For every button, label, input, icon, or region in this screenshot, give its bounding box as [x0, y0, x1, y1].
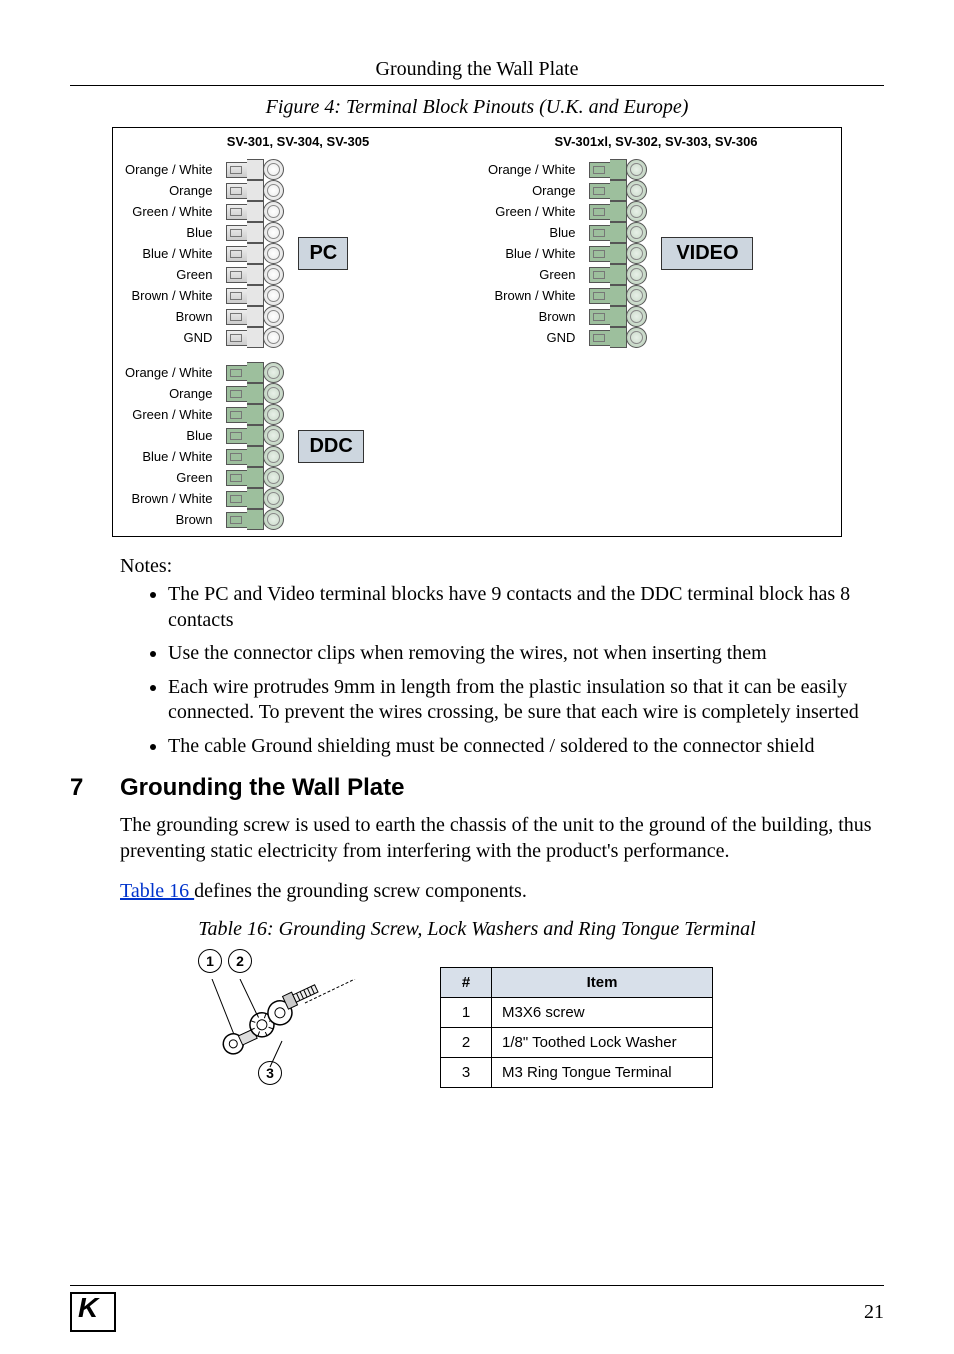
diagram-left-title: SV-301, SV-304, SV-305 [119, 134, 477, 149]
table-cell-num: 2 [441, 1027, 492, 1057]
wire-label: Blue / White [125, 446, 212, 467]
wire-label: Green / White [125, 404, 212, 425]
video-terminal-group: Orange / White Orange Green / White Blue… [482, 159, 835, 348]
table-cell-num: 3 [441, 1057, 492, 1087]
wire-label: Orange / White [125, 159, 212, 180]
wire-label: Brown / White [488, 285, 575, 306]
pc-terminal-block [226, 159, 284, 348]
pc-wire-labels: Orange / White Orange Green / White Blue… [125, 159, 212, 348]
table-header-item: Item [492, 967, 713, 997]
grounding-screw-diagram: 1 2 3 [180, 949, 380, 1089]
paragraph-2: Table 16 defines the grounding screw com… [120, 878, 884, 904]
paragraph-1: The grounding screw is used to earth the… [120, 812, 884, 864]
wire-label: Brown [125, 306, 212, 327]
wire-label: Green / White [125, 201, 212, 222]
pc-terminal-group: Orange / White Orange Green / White Blue… [119, 159, 472, 348]
ddc-terminal-block [226, 362, 284, 530]
wire-label: Orange / White [488, 159, 575, 180]
table-cell-num: 1 [441, 997, 492, 1027]
wire-label: Blue [125, 425, 212, 446]
callout-2: 2 [228, 949, 252, 973]
section-number: 7 [70, 774, 120, 802]
ddc-wire-labels: Orange / White Orange Green / White Blue… [125, 362, 212, 530]
table-row: 3 M3 Ring Tongue Terminal [441, 1057, 713, 1087]
table16: # Item 1 M3X6 screw 2 1/8" Toothed Lock … [440, 967, 713, 1088]
table16-link[interactable]: Table 16 [120, 880, 194, 902]
note-item: The cable Ground shielding must be conne… [168, 734, 884, 760]
video-wire-labels: Orange / White Orange Green / White Blue… [488, 159, 575, 348]
note-item: Each wire protrudes 9mm in length from t… [168, 675, 884, 726]
table-row: 2 1/8" Toothed Lock Washer [441, 1027, 713, 1057]
wire-label: Orange [488, 180, 575, 201]
ddc-terminal-group: Orange / White Orange Green / White Blue… [119, 362, 472, 530]
table16-caption: Table 16: Grounding Screw, Lock Washers … [70, 918, 884, 941]
wire-label: Green [488, 264, 575, 285]
wire-label: GND [125, 327, 212, 348]
table-row: 1 M3X6 screw [441, 997, 713, 1027]
notes-list: The PC and Video terminal blocks have 9 … [130, 582, 884, 760]
table-header-num: # [441, 967, 492, 997]
wire-label: Brown / White [125, 285, 212, 306]
wire-label: Brown / White [125, 488, 212, 509]
wire-label: Green [125, 264, 212, 285]
wire-label: Brown [125, 509, 212, 530]
wire-label: Blue / White [488, 243, 575, 264]
callout-1: 1 [198, 949, 222, 973]
paragraph-2-tail: defines the grounding screw components. [194, 880, 527, 902]
diagram-right-title: SV-301xl, SV-302, SV-303, SV-306 [477, 134, 835, 149]
screw-icon [210, 979, 370, 1089]
ddc-label: DDC [298, 430, 363, 463]
table-cell-item: M3X6 screw [492, 997, 713, 1027]
wire-label: Blue [125, 222, 212, 243]
figure4-caption: Figure 4: Terminal Block Pinouts (U.K. a… [70, 96, 884, 119]
wire-label: Green [125, 467, 212, 488]
table-cell-item: M3 Ring Tongue Terminal [492, 1057, 713, 1087]
figure4-diagram: SV-301, SV-304, SV-305 SV-301xl, SV-302,… [112, 127, 842, 537]
section-title: Grounding the Wall Plate [120, 774, 404, 802]
wire-label: Blue / White [125, 243, 212, 264]
note-item: The PC and Video terminal blocks have 9 … [168, 582, 884, 633]
running-header: Grounding the Wall Plate [70, 58, 884, 81]
wire-label: GND [488, 327, 575, 348]
notes-heading: Notes: [120, 555, 884, 578]
page-number: 21 [864, 1301, 884, 1324]
wire-label: Orange [125, 180, 212, 201]
header-rule [70, 85, 884, 86]
note-item: Use the connector clips when removing th… [168, 641, 884, 667]
video-label: VIDEO [661, 237, 753, 270]
wire-label: Brown [488, 306, 575, 327]
wire-label: Green / White [488, 201, 575, 222]
pc-label: PC [298, 237, 348, 270]
video-terminal-block [589, 159, 647, 348]
brand-logo-icon [70, 1292, 116, 1332]
wire-label: Orange [125, 383, 212, 404]
table-cell-item: 1/8" Toothed Lock Washer [492, 1027, 713, 1057]
wire-label: Orange / White [125, 362, 212, 383]
wire-label: Blue [488, 222, 575, 243]
